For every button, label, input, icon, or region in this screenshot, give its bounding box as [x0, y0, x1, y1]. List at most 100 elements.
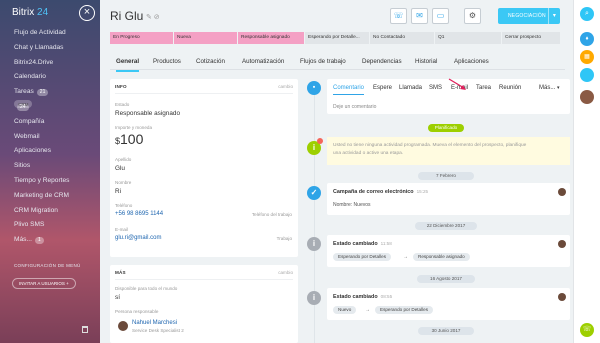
planned-badge: Planificado: [428, 124, 464, 132]
brand-logo[interactable]: Bitrix 24: [12, 7, 48, 18]
state-title: Estado cambiado 08:55: [333, 294, 392, 300]
planned-text: Usted no tiene ninguna actividad program…: [333, 143, 527, 148]
sidebar-item-label: Flujo de Actividad: [14, 29, 66, 36]
sidebar-item-migration[interactable]: CRM Migration: [0, 204, 100, 219]
nombre-value[interactable]: Ri: [115, 188, 121, 195]
entity-tabs: General Productos Cotización Automatizac…: [110, 53, 565, 72]
responsible-label: Persona responsable: [115, 309, 159, 314]
divider: [115, 279, 293, 280]
sidebar-item-sites[interactable]: Sitios: [0, 159, 100, 174]
amount-value[interactable]: $100: [115, 131, 143, 147]
email-icon[interactable]: ✉: [411, 8, 428, 24]
planned-text-2: una actividad o active una etapa.: [333, 151, 404, 156]
email-label: E-mail: [115, 227, 129, 232]
editor-tab-wait[interactable]: Espere: [373, 85, 392, 91]
tab-general[interactable]: General: [116, 58, 140, 72]
close-icon[interactable]: ×: [79, 5, 95, 21]
deal-button[interactable]: NEGOCIACIÓN ▾: [498, 8, 560, 24]
sidebar-item-time[interactable]: Tiempo y Reportes: [0, 174, 100, 189]
left-sidebar: Bitrix 24 × Flujo de Actividad Chat y Ll…: [0, 0, 100, 343]
sidebar-item-marketing[interactable]: Marketing de CRM: [0, 189, 100, 204]
notification-icon[interactable]: ♦: [580, 32, 594, 46]
editor-tab-call[interactable]: Llamada: [399, 85, 422, 91]
invite-users-button[interactable]: INVITAR A USUARIOS +: [12, 278, 76, 289]
stage-close[interactable]: Cerrar prospecto: [502, 32, 560, 44]
stage-q1[interactable]: Q1: [435, 32, 501, 44]
search-icon[interactable]: ⌕: [580, 7, 594, 21]
stage-new[interactable]: Nueva: [174, 32, 237, 44]
state-change-item[interactable]: Estado cambiado 11:58 Esperando por Detal…: [327, 235, 570, 267]
phone-icon[interactable]: ☏: [390, 8, 407, 24]
settings-icon[interactable]: ⚙: [464, 8, 481, 24]
sidebar-item-chat[interactable]: Chat y Llamadas: [0, 41, 100, 56]
stage-not-contacted[interactable]: No Contactado: [370, 32, 434, 44]
sidebar-item-sms[interactable]: Plivo SMS: [0, 218, 100, 233]
sidebar-item-tasks[interactable]: Tareas 21: [0, 85, 100, 100]
state-change-item[interactable]: Estado cambiado 08:55 Nuevo → Esperando p…: [327, 288, 570, 320]
sidebar-item-label: Más...: [14, 236, 32, 244]
sidebar-item-apps[interactable]: Aplicaciones: [0, 144, 100, 159]
more-change-link[interactable]: cambio: [278, 270, 293, 275]
stage-in-progress[interactable]: En Progreso: [110, 32, 173, 44]
editor-tab-meeting[interactable]: Reunión: [499, 85, 521, 91]
responsible-name[interactable]: Nahuel Marchesi: [132, 320, 177, 326]
trash-icon[interactable]: [82, 326, 88, 333]
sidebar-item-crm[interactable]: CRM 24: [0, 99, 100, 115]
mail-icon[interactable]: [580, 68, 594, 82]
estado-value[interactable]: Responsable asignado: [115, 110, 180, 117]
sidebar-item-webmail[interactable]: Webmail: [0, 130, 100, 145]
editor-tab-more[interactable]: Más... ▾: [539, 85, 560, 91]
sidebar-item-company[interactable]: Compañía: [0, 115, 100, 130]
sidebar-item-label: Calendario: [14, 73, 46, 81]
avatar[interactable]: [558, 188, 566, 196]
email-link[interactable]: glu.ri@gmail.com: [115, 235, 161, 241]
comment-input[interactable]: Deje un comentario: [333, 104, 376, 110]
sidebar-item-label: Bitrix24.Drive: [14, 58, 54, 66]
editor-tab-comment[interactable]: Comentario: [333, 85, 365, 95]
more-card-title: MÁS: [115, 270, 126, 275]
sidebar-item-label: Sitios: [14, 162, 31, 170]
avatar[interactable]: [580, 90, 594, 104]
available-label: Disponible para todo el mundo: [115, 286, 178, 291]
sidebar-item-label: CRM: [14, 99, 33, 108]
stage-assigned[interactable]: Responsable asignado: [238, 32, 304, 44]
tab-applications[interactable]: Aplicaciones: [454, 58, 489, 65]
tab-dependencies[interactable]: Dependencias: [362, 58, 402, 65]
campaign-item[interactable]: Campaña de correo electrónico 15:25 Nombr…: [327, 183, 570, 215]
sidebar-item-calendar[interactable]: Calendario: [0, 70, 100, 85]
chevron-down-icon[interactable]: ▾: [548, 8, 560, 24]
sidebar-item-label: Marketing de CRM: [14, 191, 69, 199]
available-value[interactable]: sí: [115, 294, 120, 301]
calendar-icon[interactable]: ▦: [580, 50, 594, 64]
sidebar-item-drive[interactable]: Bitrix24.Drive: [0, 56, 100, 71]
phone-icon[interactable]: ☏: [580, 323, 594, 337]
phone-link[interactable]: +56 98 8695 1144: [115, 211, 163, 217]
menu-config-link[interactable]: CONFIGURACIÓN DE MENÚ: [14, 263, 81, 268]
stage-waiting[interactable]: Esperando por Detalle...: [305, 32, 369, 44]
phone-type: Teléfono del trabajo: [251, 212, 292, 217]
check-icon: ✓: [307, 186, 321, 200]
to-state-chip: Responsable asignado: [413, 253, 470, 261]
more-card: MÁS cambio Disponible para todo el mundo…: [110, 265, 298, 343]
apellido-value[interactable]: Glu: [115, 165, 125, 172]
chat-icon[interactable]: ▭: [432, 8, 449, 24]
avatar[interactable]: [558, 293, 566, 301]
sidebar-item-more[interactable]: Más... 1: [0, 233, 100, 248]
avatar[interactable]: [558, 240, 566, 248]
campaign-time: 15:25: [416, 189, 429, 194]
sidebar-nav: Flujo de Actividad Chat y Llamadas Bitri…: [0, 26, 100, 248]
sidebar-item-feed[interactable]: Flujo de Actividad: [0, 26, 100, 41]
edit-title-icon[interactable]: ✎ ⊘: [146, 13, 160, 21]
editor-tab-sms[interactable]: SMS: [429, 85, 442, 91]
tab-quote[interactable]: Cotización: [196, 58, 225, 65]
tab-history[interactable]: Historial: [415, 58, 437, 65]
campaign-title-text: Campaña de correo electrónico: [333, 189, 414, 195]
info-change-link[interactable]: cambio: [278, 84, 293, 89]
info-icon: i: [307, 237, 321, 251]
avatar[interactable]: [118, 321, 128, 331]
tab-automation[interactable]: Automatización: [242, 58, 284, 65]
tab-products[interactable]: Productos: [153, 58, 181, 65]
editor-tab-task[interactable]: Tarea: [476, 85, 491, 91]
tab-workflows[interactable]: Flujos de trabajo: [300, 58, 346, 65]
info-card: INFO cambio Estado Responsable asignado …: [110, 79, 298, 257]
